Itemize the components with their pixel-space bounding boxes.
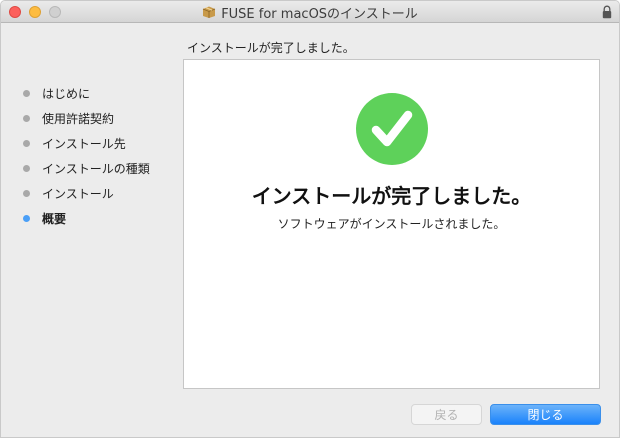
title-bar: FUSE for macOSのインストール — [1, 1, 619, 23]
step-summary: 概要 — [23, 206, 150, 231]
step-label: はじめに — [42, 87, 91, 101]
installer-window: FUSE for macOSのインストール インストールが完了しました。 はじめ… — [0, 0, 620, 438]
close-button[interactable]: 閉じる — [490, 404, 601, 425]
step-install-type: インストールの種類 — [23, 156, 150, 181]
step-label: インストールの種類 — [42, 162, 150, 176]
step-install: インストール — [23, 181, 150, 206]
success-subtitle: ソフトウェアがインストールされました。 — [277, 217, 506, 231]
step-dot — [23, 190, 30, 197]
back-button[interactable]: 戻る — [411, 404, 482, 425]
step-license: 使用許諾契約 — [23, 106, 150, 131]
step-dot — [23, 115, 30, 122]
step-dot — [23, 140, 30, 147]
step-dot — [23, 165, 30, 172]
step-label: インストール先 — [42, 137, 126, 151]
step-label: 概要 — [42, 212, 67, 226]
step-list: はじめに 使用許諾契約 インストール先 インストールの種類 インストール 概要 — [23, 81, 150, 231]
step-dot-active — [23, 215, 30, 222]
step-label: 使用許諾契約 — [42, 112, 115, 126]
step-destination: インストール先 — [23, 131, 150, 156]
page-heading: インストールが完了しました。 — [187, 41, 355, 55]
step-dot — [23, 90, 30, 97]
package-icon — [203, 6, 216, 18]
content-panel: インストールが完了しました。 ソフトウェアがインストールされました。 — [183, 59, 600, 389]
step-label: インストール — [42, 187, 114, 201]
step-intro: はじめに — [23, 81, 150, 106]
title-wrap: FUSE for macOSのインストール — [1, 1, 619, 23]
lock-icon — [602, 5, 612, 19]
checkmark-icon — [356, 93, 428, 165]
success-title: インストールが完了しました。 — [251, 184, 532, 208]
window-title: FUSE for macOSのインストール — [221, 6, 418, 22]
